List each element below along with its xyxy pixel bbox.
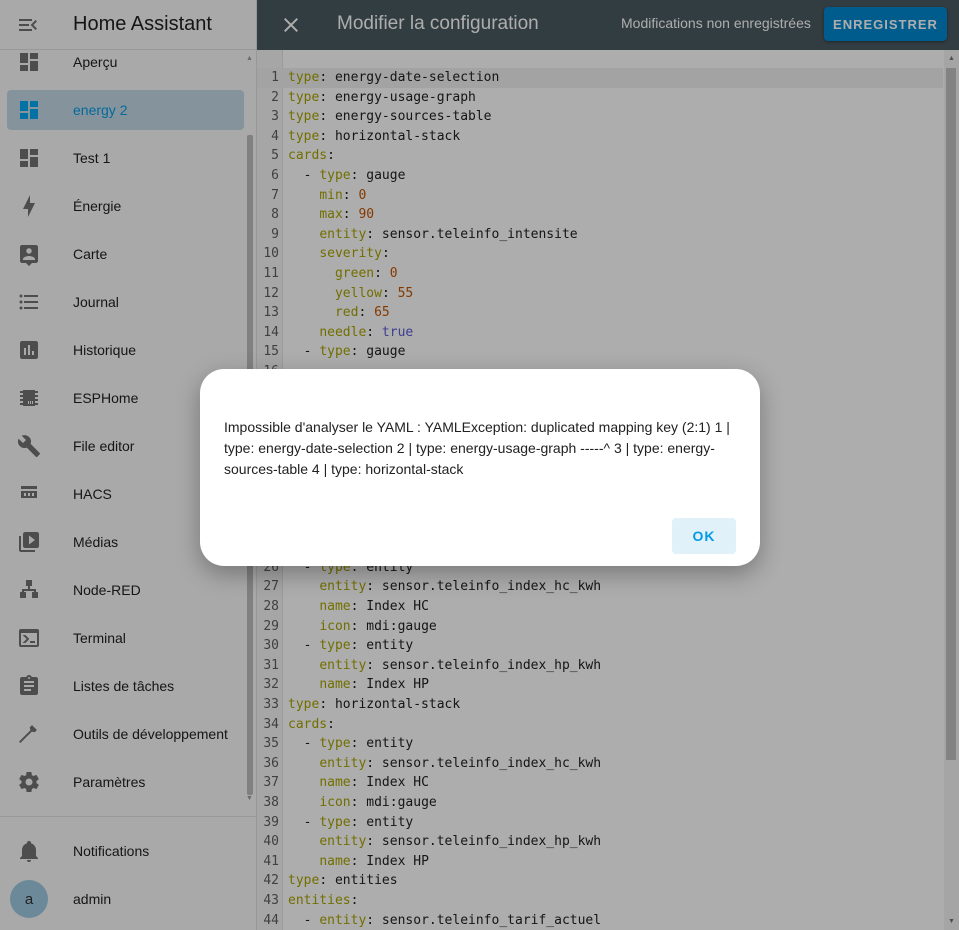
- error-dialog: Impossible d'analyser le YAML : YAMLExce…: [200, 369, 760, 566]
- error-message: Impossible d'analyser le YAML : YAMLExce…: [224, 419, 730, 477]
- app-root: Home Assistant Aperçu energy 2 Test 1 Énerg…: [0, 0, 959, 930]
- ok-button[interactable]: OK: [672, 518, 736, 554]
